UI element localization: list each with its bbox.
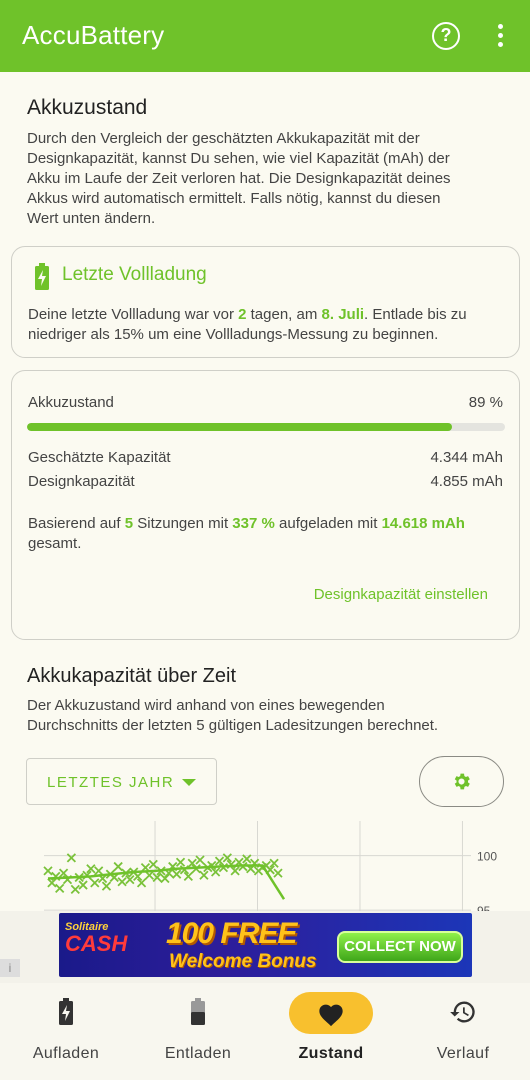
sessions-summary: Basierend auf 5 Sitzungen mit 337 % aufg… (28, 515, 465, 552)
ad-area: i Solitaire CASH 100 FREE Welcome Bonus … (0, 911, 530, 983)
capacity-chart: 10095 (43, 821, 497, 913)
chart-point (66, 853, 77, 863)
chart-point (94, 866, 104, 876)
ad-banner[interactable]: Solitaire CASH 100 FREE Welcome Bonus CO… (59, 913, 472, 977)
chevron-down-icon (182, 779, 196, 786)
set-design-capacity-link[interactable]: Designkapazität einstellen (314, 586, 488, 603)
estimated-capacity-value: 4.344 mAh (430, 449, 503, 466)
chart-point (101, 881, 112, 891)
nav-label-entladen: Entladen (164, 1045, 232, 1062)
last-charge-card: Letzte Vollladung Deine letzte Vollladun… (11, 246, 520, 358)
bottom-navigation: Aufladen Entladen Zustand Verlauf (0, 983, 530, 1080)
chart-point (55, 883, 65, 893)
gear-icon (454, 773, 470, 790)
battery-icon (191, 998, 205, 1025)
nav-aufladen[interactable]: Aufladen (0, 983, 132, 1080)
nav-label-zustand: Zustand (298, 1045, 364, 1062)
last-charge-text: Deine letzte Vollladung war vor 2 tagen,… (28, 306, 467, 343)
estimated-capacity-label: Geschätzte Kapazität (28, 449, 171, 466)
ad-headline: 100 FREE (166, 917, 297, 950)
heart-icon (319, 1004, 343, 1027)
app-bar: AccuBattery ? (0, 0, 530, 72)
chart-point (90, 878, 100, 888)
chart-point (175, 857, 186, 867)
app-title: AccuBattery (22, 20, 165, 50)
help-circle-icon[interactable]: ? (432, 22, 460, 50)
nav-verlauf[interactable]: Verlauf (397, 983, 529, 1080)
design-capacity-value: 4.855 mAh (430, 473, 503, 490)
design-capacity-label: Designkapazität (28, 473, 135, 490)
nav-label-aufladen: Aufladen (32, 1045, 100, 1062)
nav-label-verlauf: Verlauf (436, 1045, 490, 1062)
chart-y-tick-label: 100 (477, 850, 497, 864)
chart-point (117, 877, 127, 887)
chart-point (70, 884, 80, 895)
capacity-card: Akkuzustand 89 % Geschätzte Kapazität 4.… (11, 370, 520, 640)
ad-collect-button[interactable]: COLLECT NOW (337, 931, 463, 963)
chart-point (195, 855, 205, 865)
over-time-title: Akkukapazität über Zeit (27, 665, 236, 687)
battery-charging-icon (35, 263, 49, 290)
health-value: 89 % (468, 394, 503, 411)
health-progress-bar (27, 423, 505, 431)
info-icon[interactable]: i (0, 959, 20, 977)
chart-point (273, 868, 283, 878)
health-progress-fill (27, 423, 453, 431)
battery-charging-icon (59, 998, 73, 1025)
last-charge-title: Letzte Vollladung (62, 264, 207, 285)
chart-point (199, 870, 209, 880)
nav-entladen[interactable]: Entladen (132, 983, 264, 1080)
over-time-description: Der Akkuzustand wird anhand von eines be… (27, 697, 439, 734)
chart-settings-button[interactable] (419, 756, 504, 807)
ad-subline: Welcome Bonus (169, 951, 317, 972)
health-description: Durch den Vergleich der geschätzten Akku… (27, 130, 451, 227)
ad-brand-logo: Solitaire CASH (65, 921, 128, 956)
chart-point (113, 861, 123, 872)
health-title: Akkuzustand (27, 96, 148, 119)
history-icon (450, 1001, 475, 1023)
time-range-label: LETZTES JAHR (47, 774, 175, 791)
health-label: Akkuzustand (28, 394, 114, 411)
chart-point (148, 859, 158, 870)
chart-point (43, 866, 53, 876)
chart-point (172, 869, 182, 879)
time-range-dropdown[interactable]: LETZTES JAHR (26, 758, 217, 805)
chart-point (78, 880, 88, 890)
nav-zustand[interactable]: Zustand (265, 983, 397, 1080)
more-vert-icon[interactable] (490, 22, 512, 50)
